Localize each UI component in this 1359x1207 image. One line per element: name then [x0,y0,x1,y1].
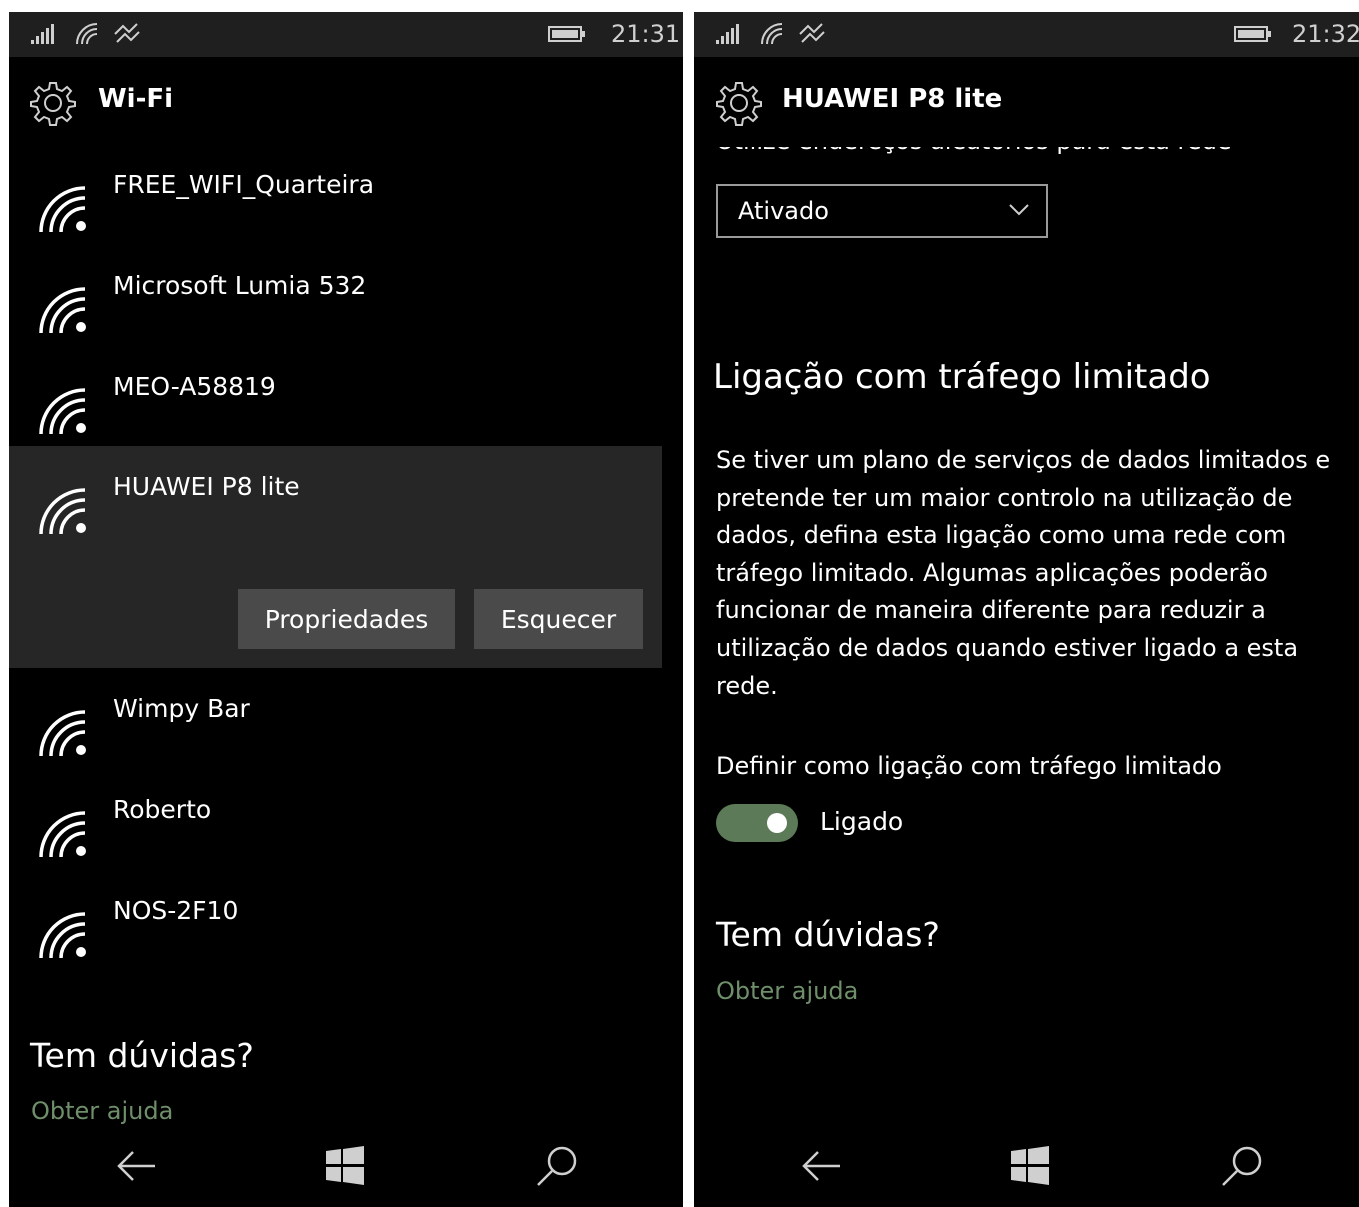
toggle-knob [767,813,787,833]
right-phone-screen: 21:32 HUAWEI P8 lite Utilize endereços a… [694,12,1359,1207]
page-title: HUAWEI P8 lite [782,84,1003,114]
page-title: Wi-Fi [98,84,174,114]
data-sync-icon [114,23,140,43]
wifi-signal-icon [39,811,86,858]
wifi-signal-icon [39,186,86,233]
forget-button[interactable]: Esquecer [474,589,643,649]
network-item[interactable]: Roberto [9,787,662,887]
back-arrow-icon[interactable] [798,1143,844,1189]
metered-description: Se tiver um plano de serviços de dados l… [716,446,1331,700]
page-header: HUAWEI P8 lite [694,57,1359,147]
page-header: Wi-Fi [9,57,683,147]
random-address-dropdown[interactable]: Ativado [716,184,1048,238]
search-icon[interactable] [1220,1143,1266,1189]
metered-toggle-label: Definir como ligação com tráfego limitad… [716,752,1222,780]
help-link[interactable]: Obter ajuda [31,1097,173,1125]
battery-icon [1234,26,1271,42]
status-bar: 21:32 [694,12,1359,57]
wifi-signal-icon [39,488,86,535]
windows-start-icon[interactable] [322,1143,368,1189]
nav-bar [694,1127,1359,1207]
network-name: FREE_WIFI_Quarteira [113,170,375,199]
battery-icon [548,26,585,42]
network-name: NOS-2F10 [113,896,239,925]
dropdown-value: Ativado [738,197,829,225]
network-name: HUAWEI P8 lite [113,472,300,501]
network-name: MEO-A58819 [113,372,276,401]
network-name: Wimpy Bar [113,694,250,723]
clock: 21:32 [1292,20,1359,48]
network-item[interactable]: Wimpy Bar [9,686,662,786]
network-item[interactable]: FREE_WIFI_Quarteira [9,162,662,262]
nav-bar [9,1127,683,1207]
gear-icon [30,82,76,126]
chevron-down-icon [1009,204,1029,216]
windows-start-icon[interactable] [1007,1143,1053,1189]
wifi-status-icon [761,23,783,45]
signal-strength-icon [31,24,54,44]
gear-icon [716,82,762,126]
network-item[interactable]: Microsoft Lumia 532 [9,263,662,363]
network-name: Roberto [113,795,212,824]
data-sync-icon [799,23,825,43]
left-phone-screen: 21:31 Wi-Fi FREE_WIFI_Quarteira Microsof… [9,12,683,1207]
wifi-signal-icon [39,710,86,757]
network-item-selected[interactable]: HUAWEI P8 lite Propriedades Esquecer [9,446,662,668]
properties-button[interactable]: Propriedades [238,589,455,649]
network-name: Microsoft Lumia 532 [113,271,367,300]
status-bar: 21:31 [9,12,683,57]
back-arrow-icon[interactable] [113,1143,159,1189]
help-title: Tem dúvidas? [716,915,940,954]
metered-section-title: Ligação com tráfego limitado [713,357,1211,397]
wifi-signal-icon [39,287,86,334]
status-icons [31,23,140,45]
search-icon[interactable] [535,1143,581,1189]
wifi-signal-icon [39,912,86,959]
clock: 21:31 [611,20,681,48]
wifi-signal-icon [39,388,86,435]
signal-strength-icon [716,24,739,44]
toggle-state-label: Ligado [820,807,904,836]
wifi-status-icon [76,23,98,45]
network-item[interactable]: NOS-2F10 [9,888,662,988]
metered-toggle-switch[interactable] [716,804,798,842]
help-link[interactable]: Obter ajuda [716,977,858,1005]
help-title: Tem dúvidas? [30,1036,254,1075]
status-icons [716,23,825,45]
